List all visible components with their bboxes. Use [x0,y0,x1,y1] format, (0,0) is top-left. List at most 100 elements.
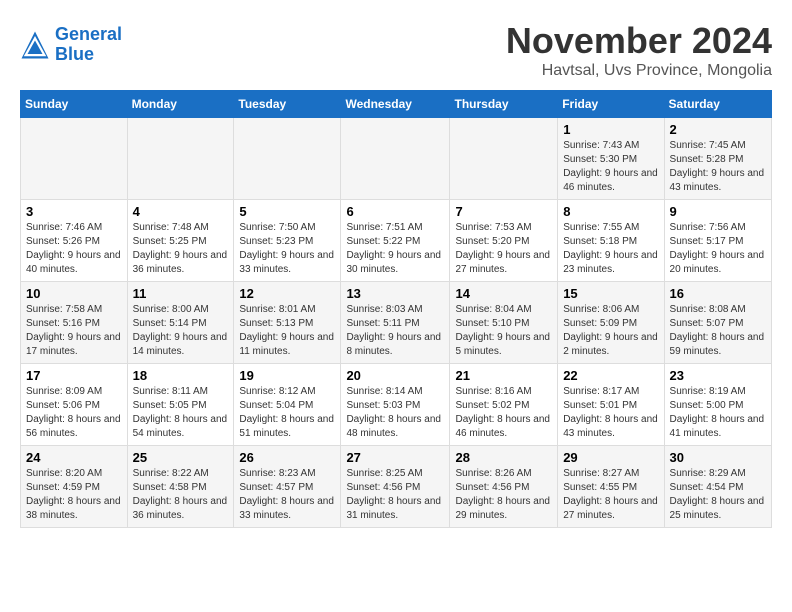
day-info: Sunrise: 8:11 AMSunset: 5:05 PMDaylight:… [133,385,229,441]
day-info: Sunrise: 7:51 AMSunset: 5:22 PMDaylight:… [346,221,444,277]
calendar-cell: 30 Sunrise: 8:29 AMSunset: 4:54 PMDayligh… [664,446,771,528]
day-number: 9 [670,204,766,219]
day-info: Sunrise: 8:27 AMSunset: 4:55 PMDaylight:… [563,467,658,523]
day-number: 6 [346,204,444,219]
day-number: 30 [670,450,766,465]
day-info: Sunrise: 7:43 AMSunset: 5:30 PMDaylight:… [563,139,658,195]
calendar-cell: 17 Sunrise: 8:09 AMSunset: 5:06 PMDayligh… [21,364,128,446]
calendar-cell [21,118,128,200]
calendar-cell: 12 Sunrise: 8:01 AMSunset: 5:13 PMDayligh… [234,282,341,364]
calendar-cell [127,118,234,200]
day-number: 21 [455,368,552,383]
weekday-header: Sunday [21,91,128,118]
weekday-header: Saturday [664,91,771,118]
day-info: Sunrise: 8:20 AMSunset: 4:59 PMDaylight:… [26,467,122,523]
calendar-cell: 2 Sunrise: 7:45 AMSunset: 5:28 PMDaylight… [664,118,771,200]
day-number: 18 [133,368,229,383]
day-number: 16 [670,286,766,301]
calendar-week-row: 17 Sunrise: 8:09 AMSunset: 5:06 PMDayligh… [21,364,772,446]
calendar-cell: 8Sunrise: 7:55 AMSunset: 5:18 PMDaylight… [558,200,664,282]
day-info: Sunrise: 7:53 AMSunset: 5:20 PMDaylight:… [455,221,552,277]
calendar-cell: 23 Sunrise: 8:19 AMSunset: 5:00 PMDayligh… [664,364,771,446]
calendar-header-row: SundayMondayTuesdayWednesdayThursdayFrid… [21,91,772,118]
calendar-cell: 11 Sunrise: 8:00 AMSunset: 5:14 PMDayligh… [127,282,234,364]
day-info: Sunrise: 8:09 AMSunset: 5:06 PMDaylight:… [26,385,122,441]
month-title: November 2024 [506,20,772,62]
day-info: Sunrise: 8:00 AMSunset: 5:14 PMDaylight:… [133,303,229,359]
calendar-cell [450,118,558,200]
calendar-cell: 3 Sunrise: 7:46 AMSunset: 5:26 PMDaylight… [21,200,128,282]
logo-text: General Blue [55,25,122,65]
day-number: 25 [133,450,229,465]
day-number: 2 [670,122,766,137]
day-info: Sunrise: 8:01 AMSunset: 5:13 PMDaylight:… [239,303,335,359]
calendar-cell: 29 Sunrise: 8:27 AMSunset: 4:55 PMDayligh… [558,446,664,528]
calendar-cell: 1Sunrise: 7:43 AMSunset: 5:30 PMDaylight… [558,118,664,200]
day-info: Sunrise: 8:06 AMSunset: 5:09 PMDaylight:… [563,303,658,359]
day-info: Sunrise: 8:25 AMSunset: 4:56 PMDaylight:… [346,467,444,523]
day-number: 17 [26,368,122,383]
day-info: Sunrise: 8:23 AMSunset: 4:57 PMDaylight:… [239,467,335,523]
calendar-week-row: 24 Sunrise: 8:20 AMSunset: 4:59 PMDayligh… [21,446,772,528]
day-info: Sunrise: 8:29 AMSunset: 4:54 PMDaylight:… [670,467,766,523]
calendar-cell: 13 Sunrise: 8:03 AMSunset: 5:11 PMDayligh… [341,282,450,364]
page-header: General Blue November 2024 Havtsal, Uvs … [20,20,772,80]
day-number: 19 [239,368,335,383]
day-info: Sunrise: 8:04 AMSunset: 5:10 PMDaylight:… [455,303,552,359]
calendar-cell: 28 Sunrise: 8:26 AMSunset: 4:56 PMDayligh… [450,446,558,528]
day-number: 7 [455,204,552,219]
calendar-week-row: 1Sunrise: 7:43 AMSunset: 5:30 PMDaylight… [21,118,772,200]
day-info: Sunrise: 8:19 AMSunset: 5:00 PMDaylight:… [670,385,766,441]
day-info: Sunrise: 7:50 AMSunset: 5:23 PMDaylight:… [239,221,335,277]
day-number: 28 [455,450,552,465]
calendar-cell: 14 Sunrise: 8:04 AMSunset: 5:10 PMDayligh… [450,282,558,364]
calendar-cell: 24 Sunrise: 8:20 AMSunset: 4:59 PMDayligh… [21,446,128,528]
calendar-cell: 26 Sunrise: 8:23 AMSunset: 4:57 PMDayligh… [234,446,341,528]
calendar-cell: 15 Sunrise: 8:06 AMSunset: 5:09 PMDayligh… [558,282,664,364]
day-number: 12 [239,286,335,301]
day-number: 8 [563,204,658,219]
day-number: 20 [346,368,444,383]
day-info: Sunrise: 8:12 AMSunset: 5:04 PMDaylight:… [239,385,335,441]
logo: General Blue [20,25,122,65]
day-number: 26 [239,450,335,465]
calendar-cell: 7 Sunrise: 7:53 AMSunset: 5:20 PMDaylight… [450,200,558,282]
calendar-cell: 27Sunrise: 8:25 AMSunset: 4:56 PMDayligh… [341,446,450,528]
logo-icon [20,30,50,60]
calendar-cell: 9 Sunrise: 7:56 AMSunset: 5:17 PMDaylight… [664,200,771,282]
day-number: 23 [670,368,766,383]
day-number: 3 [26,204,122,219]
day-info: Sunrise: 7:45 AMSunset: 5:28 PMDaylight:… [670,139,766,195]
day-info: Sunrise: 7:46 AMSunset: 5:26 PMDaylight:… [26,221,122,277]
calendar-table: SundayMondayTuesdayWednesdayThursdayFrid… [20,90,772,528]
day-info: Sunrise: 8:14 AMSunset: 5:03 PMDaylight:… [346,385,444,441]
day-number: 13 [346,286,444,301]
calendar-cell: 5 Sunrise: 7:50 AMSunset: 5:23 PMDaylight… [234,200,341,282]
day-info: Sunrise: 8:03 AMSunset: 5:11 PMDaylight:… [346,303,444,359]
calendar-cell: 4Sunrise: 7:48 AMSunset: 5:25 PMDaylight… [127,200,234,282]
calendar-cell: 22 Sunrise: 8:17 AMSunset: 5:01 PMDayligh… [558,364,664,446]
day-info: Sunrise: 8:22 AMSunset: 4:58 PMDaylight:… [133,467,229,523]
weekday-header: Monday [127,91,234,118]
day-info: Sunrise: 7:56 AMSunset: 5:17 PMDaylight:… [670,221,766,277]
calendar-cell: 18 Sunrise: 8:11 AMSunset: 5:05 PMDayligh… [127,364,234,446]
weekday-header: Friday [558,91,664,118]
day-number: 15 [563,286,658,301]
day-number: 11 [133,286,229,301]
location: Havtsal, Uvs Province, Mongolia [506,62,772,80]
day-number: 22 [563,368,658,383]
day-number: 5 [239,204,335,219]
day-info: Sunrise: 8:08 AMSunset: 5:07 PMDaylight:… [670,303,766,359]
day-number: 14 [455,286,552,301]
calendar-cell: 25 Sunrise: 8:22 AMSunset: 4:58 PMDayligh… [127,446,234,528]
calendar-cell: 19 Sunrise: 8:12 AMSunset: 5:04 PMDayligh… [234,364,341,446]
weekday-header: Tuesday [234,91,341,118]
day-number: 29 [563,450,658,465]
calendar-week-row: 3 Sunrise: 7:46 AMSunset: 5:26 PMDaylight… [21,200,772,282]
calendar-cell: 21Sunrise: 8:16 AMSunset: 5:02 PMDayligh… [450,364,558,446]
day-info: Sunrise: 8:17 AMSunset: 5:01 PMDaylight:… [563,385,658,441]
calendar-week-row: 10Sunrise: 7:58 AMSunset: 5:16 PMDayligh… [21,282,772,364]
day-number: 24 [26,450,122,465]
calendar-cell [234,118,341,200]
day-info: Sunrise: 8:26 AMSunset: 4:56 PMDaylight:… [455,467,552,523]
